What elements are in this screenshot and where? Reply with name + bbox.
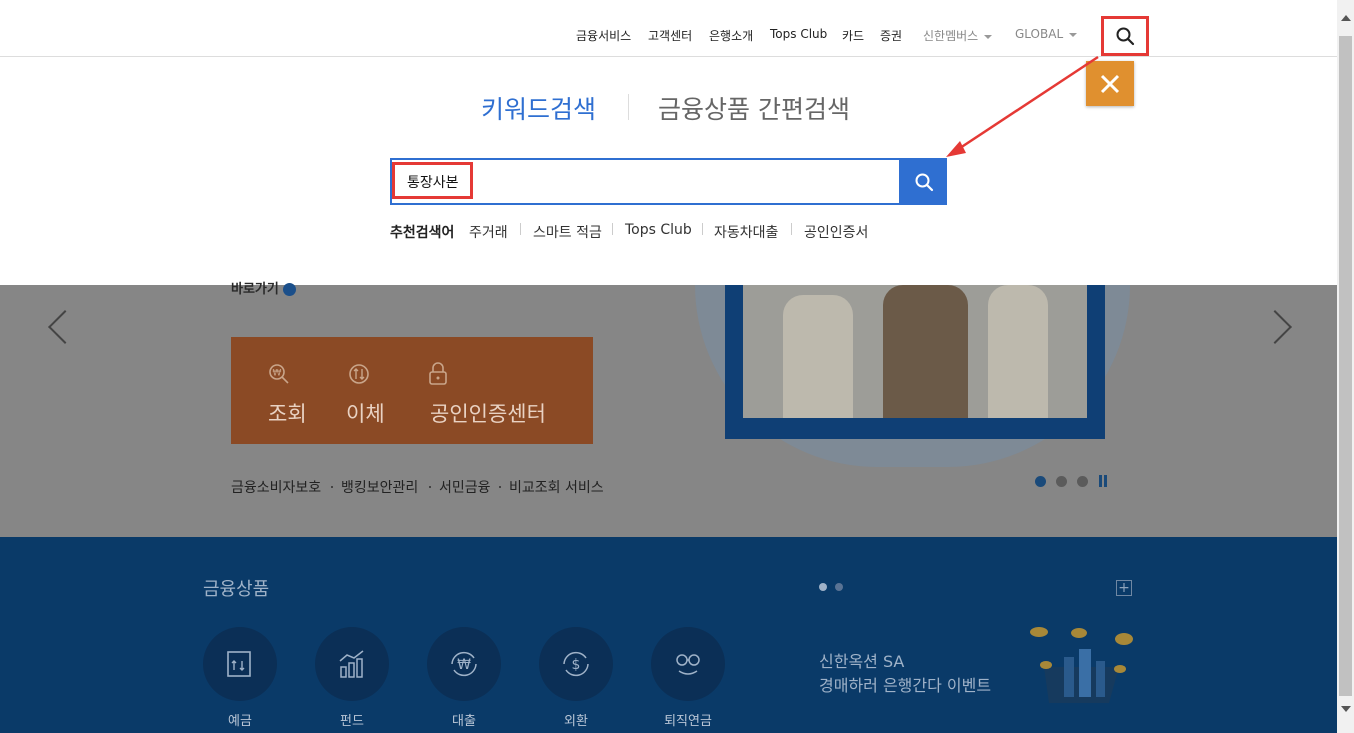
transfer-icon: [349, 364, 369, 384]
divider: [429, 486, 431, 488]
caret-down-icon: [984, 34, 993, 39]
divider: [520, 223, 521, 235]
more-events-button[interactable]: +: [1116, 580, 1132, 596]
hero-link[interactable]: 금융소비자보호: [231, 477, 321, 497]
event-title[interactable]: 신한옥션 SA: [819, 648, 904, 672]
product-fund-button[interactable]: [315, 627, 389, 701]
svg-text:₩: ₩: [273, 369, 282, 379]
event-coins-image: [1030, 627, 1133, 703]
divider: [791, 223, 792, 235]
event-pager-dot-active[interactable]: [819, 583, 827, 591]
hero-link[interactable]: 비교조회 서비스: [509, 477, 604, 497]
hero-goto-label: 바로가기: [231, 282, 279, 297]
scroll-up-arrow-icon[interactable]: [1341, 15, 1351, 21]
arrow-circle-icon: [283, 283, 297, 296]
forex-dollar-icon: $: [563, 651, 589, 677]
deposit-icon: [227, 651, 251, 677]
lock-icon: [429, 362, 447, 385]
quick-transfer-button[interactable]: 이체: [346, 398, 385, 428]
pause-icon[interactable]: [1097, 475, 1109, 487]
fund-chart-icon: [339, 650, 364, 678]
product-pension-button[interactable]: [651, 627, 725, 701]
loan-won-icon: ₩: [451, 651, 477, 677]
plus-icon: +: [1118, 580, 1130, 596]
divider: [499, 486, 501, 488]
quick-inquiry-button[interactable]: 조회: [268, 398, 307, 428]
products-title: 금융상품: [203, 579, 270, 600]
hero-goto-link[interactable]: 바로가기: [231, 278, 297, 297]
nav-global-label: GLOBAL: [1015, 27, 1064, 41]
product-label: 예금: [228, 714, 252, 729]
caret-down-icon: [1069, 32, 1078, 37]
nav-tops-club[interactable]: Tops Club: [770, 27, 827, 41]
nav-card[interactable]: 카드: [842, 27, 864, 44]
hero-illustration: [743, 285, 1087, 418]
scrollbar-thumb[interactable]: [1339, 36, 1352, 696]
pension-glasses-icon: [676, 654, 700, 675]
hero-banner: [0, 285, 1337, 537]
divider: [702, 223, 703, 235]
won-search-icon: ₩: [269, 364, 289, 384]
product-label: 펀드: [340, 714, 364, 729]
nav-bank-intro[interactable]: 은행소개: [709, 27, 753, 44]
recommended-keyword[interactable]: 공인인증서: [804, 222, 868, 242]
event-pager-dot[interactable]: [835, 583, 843, 591]
nav-securities[interactable]: 증권: [880, 27, 902, 44]
product-loan-button[interactable]: ₩: [427, 627, 501, 701]
nav-customer-center[interactable]: 고객센터: [648, 27, 692, 44]
nav-global-dropdown[interactable]: GLOBAL: [1015, 27, 1078, 41]
pager-dot-active[interactable]: [1035, 476, 1046, 487]
nav-members-dropdown[interactable]: 신한멤버스: [923, 27, 993, 44]
svg-text:₩: ₩: [457, 657, 471, 673]
event-subtitle[interactable]: 경매하러 은행간다 이벤트: [819, 672, 991, 696]
nav-members-label: 신한멤버스: [923, 29, 979, 43]
divider: [331, 486, 333, 488]
illustration-figure: [783, 295, 853, 418]
svg-text:$: $: [572, 657, 581, 673]
nav-financial-services[interactable]: 금융서비스: [576, 27, 631, 44]
pager-dot[interactable]: [1077, 476, 1088, 487]
tab-keyword-search[interactable]: 키워드검색: [481, 90, 596, 126]
quick-cert-center-button[interactable]: 공인인증센터: [430, 398, 546, 428]
search-icon: [1116, 27, 1135, 46]
close-icon: [1100, 74, 1120, 93]
product-label: 퇴직연금: [664, 714, 712, 729]
recommended-keyword[interactable]: 주거래: [469, 222, 508, 242]
illustration-figure: [883, 285, 968, 418]
scroll-down-arrow-icon[interactable]: [1341, 706, 1351, 712]
recommended-keyword[interactable]: Tops Club: [625, 222, 692, 238]
illustration-figure: [988, 285, 1048, 418]
hero-link[interactable]: 서민금융: [439, 477, 491, 497]
product-label: 대출: [452, 714, 476, 729]
close-search-button[interactable]: [1086, 61, 1134, 106]
product-deposit-button[interactable]: [203, 627, 277, 701]
hero-link[interactable]: 뱅킹보안관리: [341, 477, 418, 497]
pager-dot[interactable]: [1056, 476, 1067, 487]
recommended-label: 추천검색어: [390, 225, 455, 241]
tab-product-search[interactable]: 금융상품 간편검색: [658, 90, 850, 126]
product-forex-button[interactable]: $: [539, 627, 613, 701]
tab-divider: [628, 94, 629, 120]
divider: [612, 223, 613, 235]
search-icon: [915, 173, 934, 191]
recommended-keyword[interactable]: 스마트 적금: [533, 222, 602, 242]
search-submit-button[interactable]: [901, 158, 947, 205]
search-input[interactable]: 통장사본: [407, 172, 459, 192]
search-toggle-button[interactable]: [1101, 16, 1149, 56]
recommended-keyword[interactable]: 자동차대출: [714, 222, 778, 242]
product-label: 외환: [564, 714, 588, 729]
